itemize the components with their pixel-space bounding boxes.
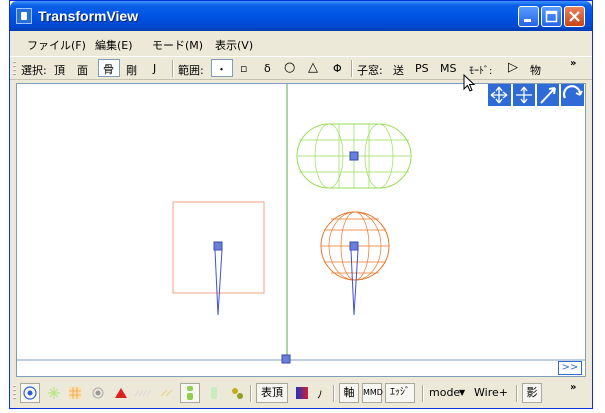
play-button[interactable]: ▷: [508, 60, 518, 75]
menu-edit[interactable]: 編集(E): [95, 37, 133, 53]
child-window-label: 子窓:: [357, 64, 383, 77]
send-button[interactable]: 送: [393, 62, 404, 78]
bone-joint-handle[interactable]: [213, 241, 223, 251]
select-vertex-button[interactable]: 頂: [54, 62, 65, 78]
bone-shape[interactable]: [214, 249, 223, 316]
menu-file[interactable]: ファイル(F): [27, 37, 86, 53]
axis-button[interactable]: 軸: [339, 383, 359, 403]
sparkle-icon[interactable]: [47, 386, 61, 400]
range-point-button[interactable]: ・: [211, 59, 233, 77]
range-delta-button[interactable]: δ: [264, 62, 271, 75]
line-icon[interactable]: [160, 388, 174, 398]
expand-panel-button[interactable]: >>: [558, 361, 582, 375]
bone-figure-icon: [187, 386, 193, 400]
mouse-cursor-icon: [463, 74, 476, 92]
no-toggle[interactable]: ﾉ: [317, 386, 323, 402]
toolbar-grip[interactable]: [13, 61, 16, 76]
toolbar-separator: [516, 385, 518, 402]
maximize-button[interactable]: [541, 6, 562, 27]
chevron-down-icon[interactable]: ▼: [459, 388, 465, 397]
select-joint-button[interactable]: J: [153, 62, 156, 75]
origin-handle[interactable]: [281, 354, 291, 364]
toolbar-separator: [250, 385, 252, 402]
title-bar[interactable]: TransformView: [10, 1, 592, 31]
wire-hatch-icon[interactable]: [134, 388, 154, 398]
toolbar-separator: [333, 385, 335, 402]
gizmo-toolbar: [488, 84, 584, 106]
wire-plus-button[interactable]: Wire+: [474, 386, 508, 399]
transform-viewport[interactable]: >>: [16, 83, 586, 377]
show-bones-toggle[interactable]: [180, 383, 200, 403]
toolbar-separator: [351, 60, 353, 77]
edge-button[interactable]: ｴｯｼﾞ: [385, 383, 415, 403]
select-bone-label: 骨: [103, 63, 114, 76]
physics-icon[interactable]: [230, 386, 244, 400]
minimize-icon: [524, 19, 531, 22]
bottom-toolbar-overflow-button[interactable]: »: [570, 382, 576, 393]
range-label: 範囲:: [178, 64, 204, 77]
select-label: 選択:: [21, 64, 47, 77]
ghost-bone-icon[interactable]: [208, 386, 220, 400]
menu-bar: ファイル(F) 編集(E) モード(M) 表示(V): [10, 31, 592, 55]
bone-shape[interactable]: [350, 249, 359, 316]
capsule-center-handle[interactable]: [349, 151, 359, 161]
toolbar-grip[interactable]: [13, 385, 16, 400]
mode-dropdown[interactable]: mode: [429, 386, 460, 399]
target-icon: [23, 386, 37, 400]
select-face-button[interactable]: 面: [77, 62, 88, 78]
close-button[interactable]: [564, 6, 585, 27]
maximize-icon: [545, 10, 558, 23]
range-circle-button[interactable]: ○: [284, 60, 295, 75]
transform-view-window: TransformView ファイル(F) 編集(E) モード(M) 表示(V)…: [9, 0, 593, 409]
viewport-canvas[interactable]: [17, 84, 585, 376]
table-vertex-button[interactable]: 表頂: [256, 383, 288, 403]
select-rigid-button[interactable]: 剛: [126, 62, 137, 78]
toolbar-separator: [422, 385, 424, 402]
range-phi-button[interactable]: Φ: [333, 62, 342, 75]
range-point-label: ・: [216, 63, 227, 76]
menu-view[interactable]: 表示(V): [215, 37, 253, 53]
selection-toolbar: 選択: 頂 面 骨 剛 J 範囲: ・ ▫ δ ○ △ Φ 子窓: 送 PS M…: [10, 56, 592, 80]
menu-mode[interactable]: モード(M): [152, 37, 203, 53]
point-icon[interactable]: [91, 386, 105, 400]
show-vertices-toggle[interactable]: [20, 383, 40, 403]
red-triangle-icon[interactable]: [114, 386, 128, 400]
display-toolbar: 表頂 ﾉ 軸 MMD ｴｯｼﾞ mode ▼ Wire+ 影 »: [10, 379, 592, 408]
mmd-button[interactable]: MMD: [362, 383, 383, 403]
color-material-icon[interactable]: [296, 387, 308, 399]
range-small-square-button[interactable]: ▫: [240, 62, 247, 75]
select-bone-button[interactable]: 骨: [98, 59, 120, 77]
object-button[interactable]: 物: [530, 62, 541, 78]
ps-button[interactable]: PS: [415, 62, 429, 75]
bone-joint-handle[interactable]: [349, 241, 359, 251]
app-icon[interactable]: [16, 8, 32, 24]
range-triangle-button[interactable]: △: [308, 60, 318, 75]
mesh-icon[interactable]: [68, 386, 82, 400]
minimize-button[interactable]: [518, 6, 539, 27]
window-title: TransformView: [38, 8, 139, 24]
toolbar-separator: [172, 60, 174, 77]
toolbar-overflow-button[interactable]: »: [570, 58, 576, 69]
close-icon: [569, 11, 580, 22]
ms-button[interactable]: MS: [440, 62, 456, 75]
shadow-button[interactable]: 影: [522, 383, 542, 403]
